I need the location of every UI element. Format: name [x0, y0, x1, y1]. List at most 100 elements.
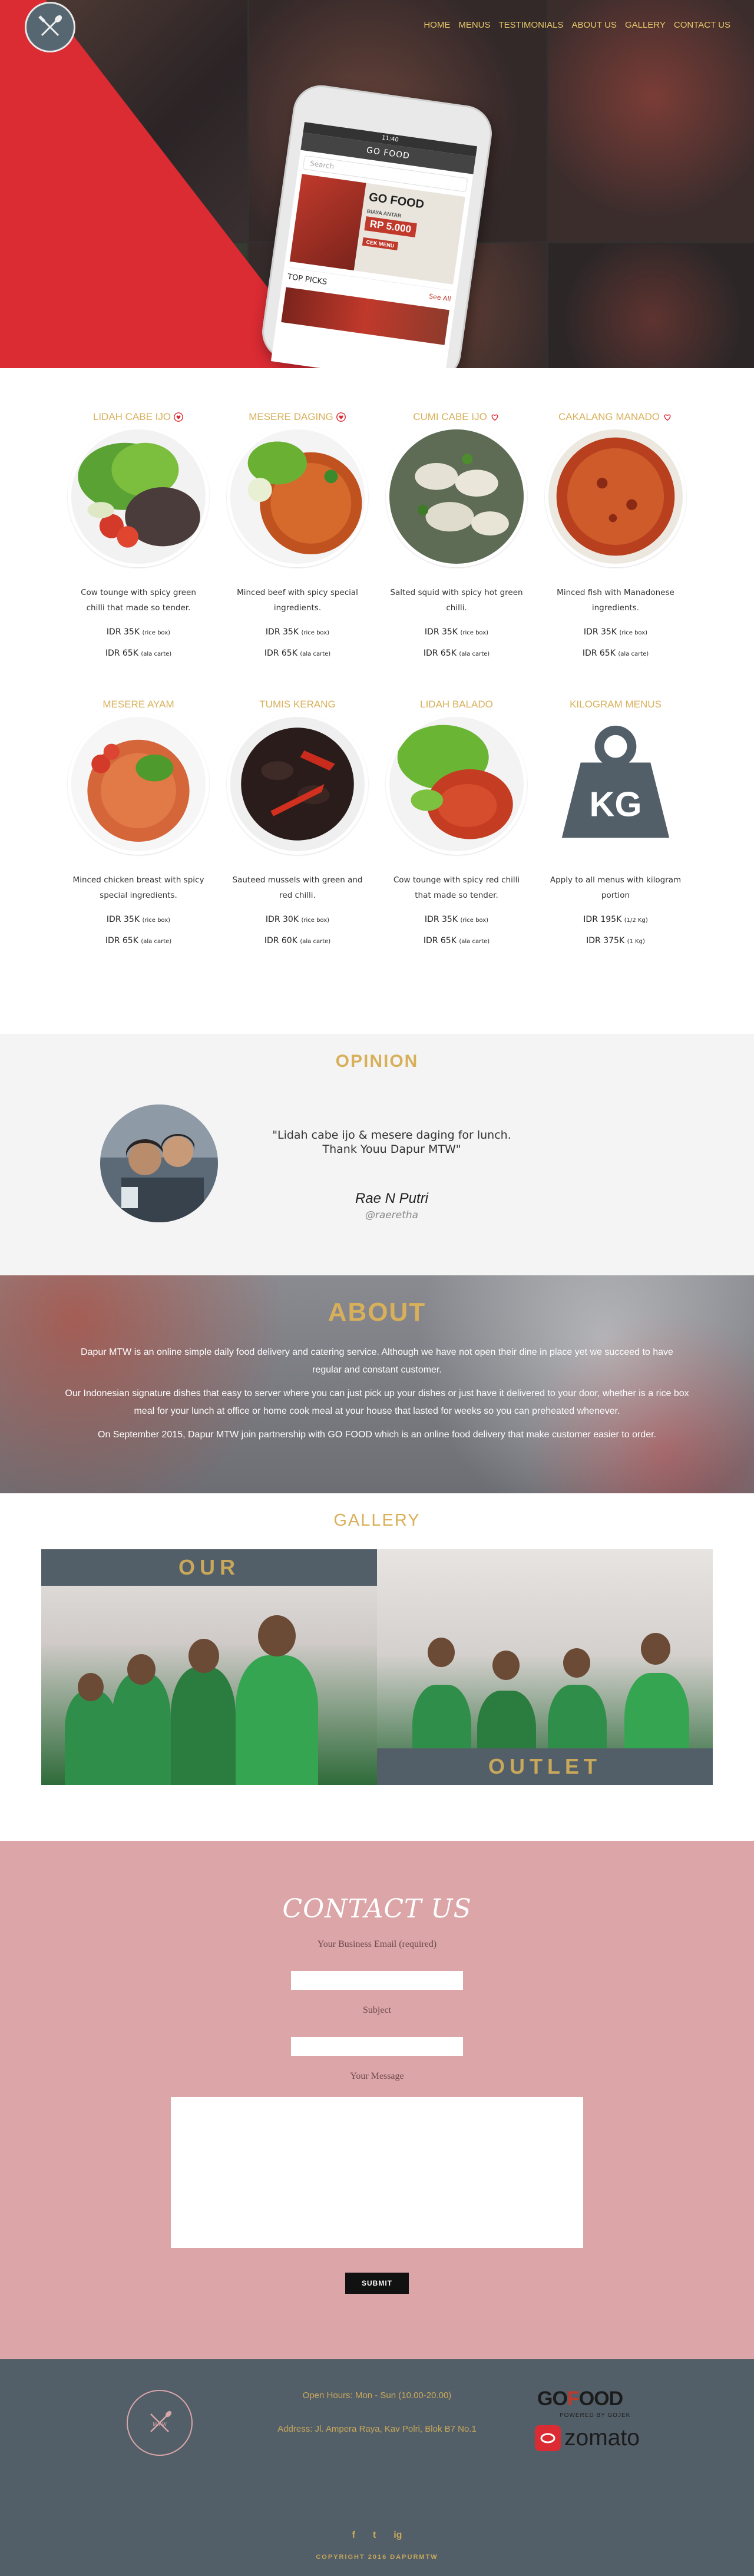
menu-item-price-alacarte: IDR 65K (ala carte) — [423, 936, 490, 945]
menu-item-description: Minced fish with Manadonese ingredients. — [557, 588, 674, 613]
menu-item-description: Minced chicken breast with spicy special… — [72, 875, 204, 900]
heart-outline-icon[interactable] — [662, 412, 673, 422]
menu-item-photo — [227, 426, 368, 567]
menu-item-mesere-ayam: MESERE AYAM Minced chicken breast with s… — [59, 696, 218, 945]
phone-promo-banner: GO FOOD BIAYA ANTAR RP 5.000 CEK MENU — [289, 174, 465, 285]
gallery-label-our: OUR — [41, 1549, 377, 1586]
menu-item-price-alacarte: IDR 65K (ala carte) — [423, 649, 490, 658]
contact-title: CONTACT US — [282, 1894, 472, 1924]
menu-item-tumis-kerang: TUMIS KERANG Sauteed mussels with green … — [218, 696, 377, 945]
twitter-icon[interactable]: t — [373, 2530, 376, 2541]
menu-item-description: Salted squid with spicy hot green chilli… — [390, 588, 523, 613]
heart-icon[interactable] — [336, 412, 346, 422]
email-field[interactable] — [291, 1971, 463, 1990]
testimonial-author: Rae N Putri — [355, 1191, 429, 1206]
fork-spoon-icon — [38, 15, 62, 37]
banner-food-photo — [289, 174, 366, 271]
testimonial-handle[interactable]: @raeretha — [265, 1209, 518, 1221]
menu-section: LIDAH CABE IJO Cow tounge with spicy gre… — [0, 368, 754, 1034]
opinion-title: OPINION — [335, 1051, 419, 1071]
instagram-icon[interactable]: ig — [393, 2530, 402, 2541]
nav-gallery[interactable]: GALLERY — [625, 20, 666, 30]
kg-label: KG — [590, 785, 642, 824]
social-links: f t ig — [0, 2530, 754, 2541]
footer-info: Open Hours: Mon - Sun (10.00-20.00) Addr… — [277, 2387, 477, 2437]
menu-row: LIDAH CABE IJO Cow tounge with spicy gre… — [0, 408, 754, 658]
nav-home[interactable]: HOME — [424, 20, 450, 30]
heart-icon[interactable] — [173, 412, 184, 422]
menu-item-price-box: IDR 35K (rice box) — [106, 627, 171, 637]
menu-item-cumi-cabe-ijo: CUMI CABE IJO Salted squid with spicy ho… — [377, 408, 536, 658]
about-paragraph: Dapur MTW is an online simple daily food… — [81, 1347, 673, 1375]
fork-spoon-icon: M T W — [150, 2410, 172, 2432]
subject-field[interactable] — [291, 2037, 463, 2056]
menu-item-price-alacarte: IDR 65K (ala carte) — [264, 649, 331, 658]
menu-item-lidah-balado: LIDAH BALADO Cow tounge with spicy red c… — [377, 696, 536, 945]
gofood-logo[interactable]: GOFOOD — [537, 2387, 623, 2410]
menu-item-lidah-cabe-ijo: LIDAH CABE IJO Cow tounge with spicy gre… — [59, 408, 218, 658]
menu-item-description: Apply to all menus with kilogram portion — [550, 875, 682, 900]
menu-item-price-alacarte: IDR 65K (ala carte) — [105, 649, 172, 658]
footer-logo-text: M T W — [153, 2422, 167, 2427]
menu-item-description: Minced beef with spicy special ingredien… — [237, 588, 358, 613]
menu-item-photo — [68, 426, 209, 567]
about-paragraph: Our Indonesian signature dishes that eas… — [65, 1388, 689, 1416]
menu-item-photo — [386, 426, 527, 567]
gallery-title: GALLERY — [333, 1511, 421, 1530]
menu-item-price-half-kg: IDR 195K (1/2 Kg) — [583, 915, 648, 924]
menu-item-name: MESERE AYAM — [102, 699, 174, 710]
menu-item-price-alacarte: IDR 60K (ala carte) — [264, 936, 331, 945]
nav-testimonials[interactable]: TESTIMONIALS — [499, 20, 564, 30]
about-title: ABOUT — [328, 1298, 426, 1327]
message-field[interactable] — [171, 2097, 583, 2248]
menu-item-price-box: IDR 35K (rice box) — [265, 627, 330, 637]
menu-item-description: Sauteed mussels with green and red chill… — [232, 875, 363, 900]
menu-item-cakalang-manado: CAKALANG MANADO Minced fish with Manadon… — [536, 408, 695, 658]
testimonial-quote: "Lidah cabe ijo & mesere daging for lunc… — [272, 1129, 511, 1156]
menu-item-name: KILOGRAM MENUS — [570, 699, 662, 710]
nav-contact-us[interactable]: CONTACT US — [674, 20, 730, 30]
kg-weight-icon: KG — [545, 713, 686, 855]
menu-item-photo — [68, 713, 209, 855]
hero-section: HOME MENUS TESTIMONIALS ABOUT US GALLERY… — [0, 0, 754, 368]
gallery-photos: OUR OUTLET — [41, 1549, 713, 1785]
zomato-icon — [535, 2425, 561, 2451]
menu-item-name: TUMIS KERANG — [259, 699, 336, 710]
phone-mockup: 11:40 GO FOOD Search GO FOOD BIAYA ANTAR… — [258, 81, 496, 368]
menu-item-description: Cow tounge with spicy red chilli that ma… — [393, 875, 520, 900]
gallery-label-outlet: OUTLET — [377, 1748, 713, 1785]
footer: M T W Open Hours: Mon - Sun (10.00-20.00… — [0, 2359, 754, 2576]
nav-menus[interactable]: MENUS — [458, 20, 490, 30]
menu-item-name: CUMI CABE IJO — [413, 411, 487, 422]
footer-logo[interactable]: M T W — [127, 2390, 193, 2456]
subject-label: Subject — [363, 2005, 391, 2015]
menu-item-kilogram-menus: KILOGRAM MENUS KG Apply to all menus wit… — [536, 696, 695, 945]
phone-screen: 11:40 GO FOOD Search GO FOOD BIAYA ANTAR… — [270, 122, 478, 368]
testimonial-avatar — [100, 1105, 218, 1222]
menu-item-price-box: IDR 35K (rice box) — [424, 915, 489, 924]
menu-item-photo — [227, 713, 368, 855]
menu-item-name: LIDAH CABE IJO — [92, 411, 171, 422]
facebook-icon[interactable]: f — [352, 2530, 355, 2541]
top-picks-label: TOP PICKS — [287, 272, 328, 287]
submit-button[interactable]: SUBMIT — [345, 2273, 409, 2294]
copyright: COPYRIGHT 2016 DAPURMTW — [316, 2554, 438, 2561]
menu-item-price-box: IDR 35K (rice box) — [583, 627, 648, 637]
menu-item-name: MESERE DAGING — [249, 411, 333, 422]
banner-cta: CEK MENU — [362, 237, 399, 251]
banner-title: GO FOOD — [368, 190, 425, 211]
gojek-tagline: POWERED BY GOJEK — [560, 2412, 631, 2419]
about-section: ABOUT Dapur MTW is an online simple dail… — [0, 1275, 754, 1493]
message-label: Your Message — [350, 2071, 404, 2081]
nav-about-us[interactable]: ABOUT US — [572, 20, 617, 30]
menu-item-name: CAKALANG MANADO — [558, 411, 660, 422]
main-nav: HOME MENUS TESTIMONIALS ABOUT US GALLERY… — [424, 20, 730, 30]
contact-section: CONTACT US Your Business Email (required… — [0, 1841, 754, 2359]
zomato-logo[interactable]: zomato — [535, 2425, 640, 2451]
menu-row: MESERE AYAM Minced chicken breast with s… — [0, 696, 754, 945]
menu-item-description: Cow tounge with spicy green chilli that … — [81, 588, 196, 613]
open-hours: Open Hours: Mon - Sun (10.00-20.00) — [302, 2390, 452, 2400]
site-logo[interactable] — [25, 2, 75, 52]
heart-outline-icon[interactable] — [490, 412, 500, 422]
menu-item-price-one-kg: IDR 375K (1 Kg) — [586, 936, 645, 945]
